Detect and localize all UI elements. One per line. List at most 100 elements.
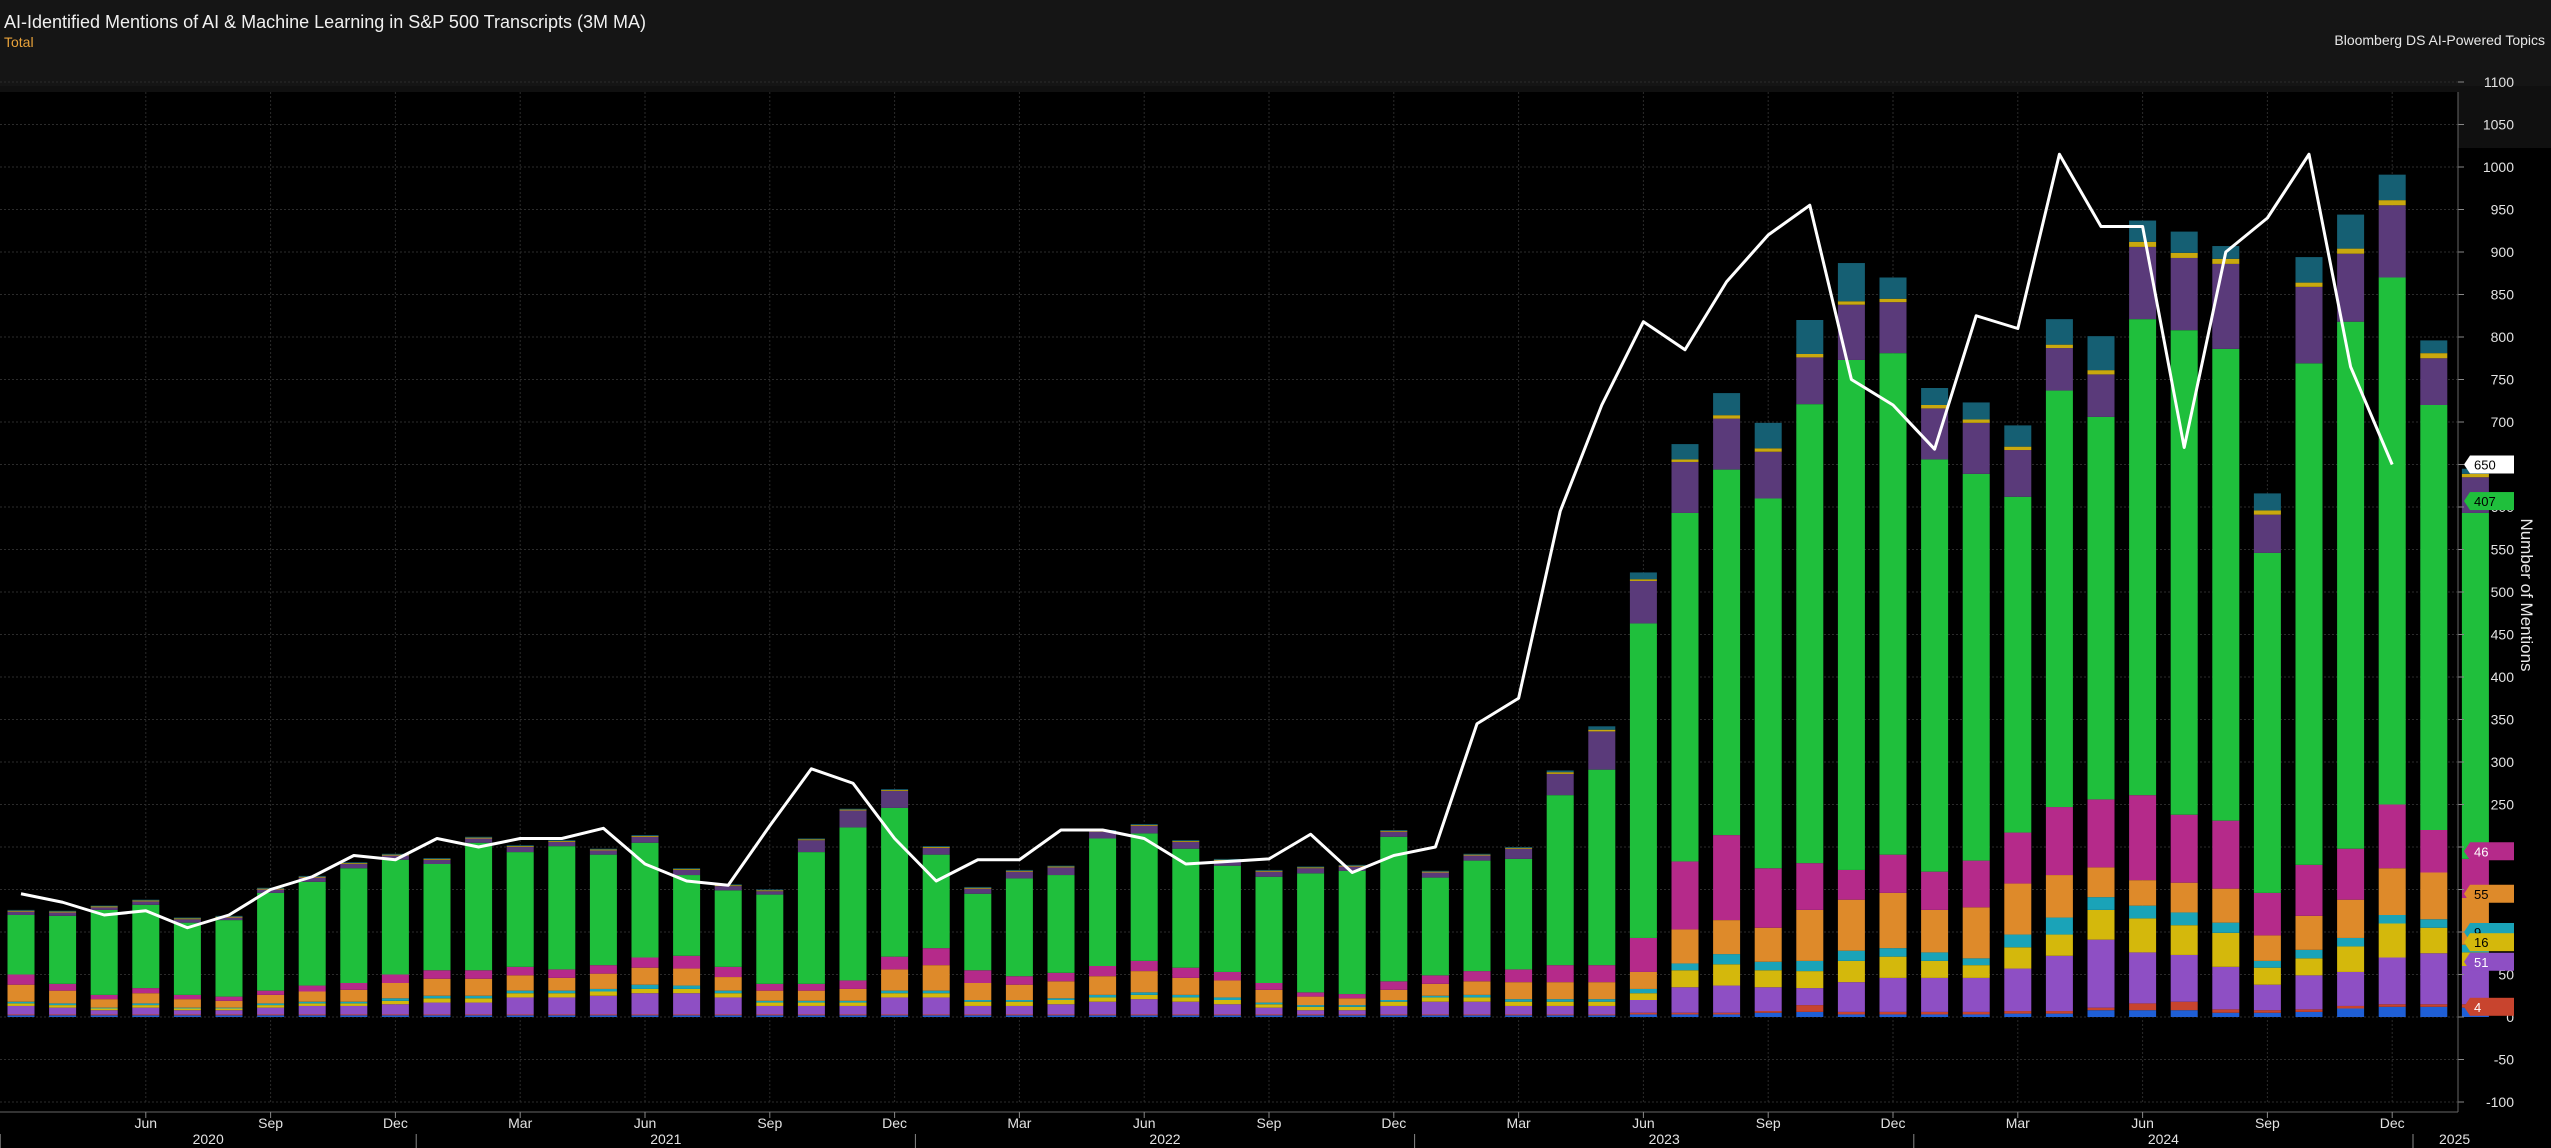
- bar-segment-real-estate: [881, 789, 909, 791]
- bar-segment-financials: [714, 966, 742, 978]
- bar-segment-communication-services: [881, 790, 909, 808]
- bar-segment-industrials: [173, 1010, 201, 1015]
- bar-segment-communication-services: [756, 891, 784, 895]
- bar-segment-information-technology: [1338, 870, 1366, 995]
- bar-segment-consumer-staples: [1463, 994, 1491, 998]
- bar-segment-energy: [90, 1015, 118, 1017]
- bar-segment-energy: [673, 1015, 701, 1017]
- bar-segment-information-technology: [881, 807, 909, 957]
- bar-segment-utilities: [1380, 830, 1408, 832]
- x-tick-label: Mar: [508, 1115, 532, 1131]
- bar-segment-communication-services: [2045, 348, 2073, 391]
- bar-segment-communication-services: [1629, 580, 1657, 624]
- bar-segment-health-care: [1338, 998, 1366, 1006]
- bar-segment-materials: [1338, 1014, 1366, 1016]
- bar-segment-financials: [1796, 863, 1824, 910]
- bar-segment-energy: [881, 1015, 909, 1017]
- bar-segment-financials: [1213, 971, 1241, 981]
- bar-segment-consumer-discretionary: [797, 1002, 825, 1006]
- bar-segment-industrials: [506, 997, 534, 1015]
- bar-segment-health-care: [881, 969, 909, 991]
- bar-segment-industrials: [2378, 957, 2406, 1005]
- bar-segment-industrials: [1671, 987, 1699, 1013]
- bar-segment-consumer-discretionary: [2004, 947, 2032, 969]
- bar-segment-health-care: [1380, 989, 1408, 1000]
- bar-segment-financials: [1546, 965, 1574, 983]
- bar-segment-communication-services: [1297, 868, 1325, 874]
- bar-segment-energy: [1754, 1012, 1782, 1017]
- bar-segment-health-care: [381, 983, 409, 999]
- bar-segment-consumer-discretionary: [1837, 960, 1865, 983]
- bar-segment-consumer-staples: [1421, 995, 1449, 998]
- bar-segment-health-care: [673, 968, 701, 986]
- bar-segment-health-care: [922, 965, 950, 991]
- bar-segment-communication-services: [1546, 773, 1574, 796]
- bar-segment-communication-services: [1047, 867, 1075, 876]
- x-tick-label: Sep: [1257, 1115, 1282, 1131]
- bar-segment-energy: [423, 1015, 451, 1017]
- bar-segment-utilities: [1588, 729, 1616, 732]
- bar-segment-energy: [1505, 1015, 1533, 1017]
- bar-segment-consumer-staples: [1962, 958, 1990, 966]
- bar-segment-consumer-discretionary: [2212, 932, 2240, 967]
- bar-segment-information-technology: [1213, 865, 1241, 972]
- bar-segment-materials: [673, 1014, 701, 1016]
- end-value-label: 16: [2474, 935, 2488, 950]
- x-year-label: 2022: [1149, 1131, 1180, 1147]
- bar-segment-communication-services: [589, 850, 617, 855]
- bar-segment-materials: [631, 1014, 659, 1016]
- bar-segment-materials: [1921, 1011, 1949, 1015]
- bar-segment-industrials: [2212, 966, 2240, 1010]
- bar-segment-industrials: [298, 1005, 326, 1015]
- bar-segment-energy: [1463, 1015, 1491, 1017]
- bar-segment-industrials: [90, 1010, 118, 1015]
- bar-segment-health-care: [1505, 982, 1533, 1000]
- bar-segment-utilities: [2045, 344, 2073, 349]
- bar-segment-communication-services: [1421, 872, 1449, 878]
- bar-segment-communication-services: [173, 919, 201, 923]
- bar-segment-real-estate: [922, 846, 950, 847]
- bar-segment-real-estate: [1421, 870, 1449, 872]
- x-tick-label: Sep: [258, 1115, 283, 1131]
- bar-segment-information-technology: [381, 859, 409, 975]
- bar-segment-energy: [7, 1015, 35, 1017]
- bar-segment-health-care: [465, 978, 493, 996]
- y-tick-label: 500: [2491, 584, 2515, 600]
- bar-segment-communication-services: [1754, 451, 1782, 499]
- bar-segment-consumer-staples: [1713, 954, 1741, 965]
- bar-segment-materials: [1297, 1014, 1325, 1016]
- bar-segment-industrials: [1962, 977, 1990, 1012]
- bar-segment-industrials: [1297, 1010, 1325, 1015]
- bar-segment-consumer-discretionary: [631, 988, 659, 994]
- bar-segment-materials: [589, 1014, 617, 1016]
- bar-segment-industrials: [922, 997, 950, 1015]
- bar-segment-industrials: [2295, 975, 2323, 1010]
- bar-segment-information-technology: [1796, 404, 1824, 864]
- bar-segment-consumer-discretionary: [1255, 1004, 1283, 1008]
- bar-segment-consumer-discretionary: [1796, 971, 1824, 989]
- bar-segment-communication-services: [1380, 831, 1408, 837]
- bar-segment-materials: [1255, 1014, 1283, 1016]
- bar-segment-consumer-discretionary: [2087, 909, 2115, 940]
- bar-segment-real-estate: [1255, 869, 1283, 871]
- bar-segment-real-estate: [2170, 231, 2198, 253]
- bar-segment-consumer-discretionary: [340, 1003, 368, 1006]
- bar-segment-health-care: [1297, 996, 1325, 1006]
- bar-segment-consumer-staples: [1338, 1005, 1366, 1007]
- bar-segment-utilities: [423, 858, 451, 860]
- bar-segment-consumer-discretionary: [465, 998, 493, 1003]
- bar-segment-industrials: [2045, 955, 2073, 1012]
- bar-segment-health-care: [2087, 867, 2115, 898]
- bar-segment-materials: [1837, 1011, 1865, 1015]
- bar-segment-energy: [1921, 1014, 1949, 1017]
- x-tick-label: Jun: [135, 1115, 158, 1131]
- bar-segment-consumer-discretionary: [2337, 946, 2365, 972]
- bar-segment-consumer-discretionary: [1130, 994, 1158, 1000]
- bar-segment-materials: [1879, 1011, 1907, 1015]
- bar-segment-health-care: [756, 990, 784, 1001]
- bar-segment-communication-services: [1130, 825, 1158, 834]
- bar-segment-communication-services: [922, 847, 950, 855]
- bar-segment-information-technology: [2087, 416, 2115, 800]
- bar-segment-utilities: [589, 849, 617, 851]
- bar-segment-materials: [1796, 1005, 1824, 1012]
